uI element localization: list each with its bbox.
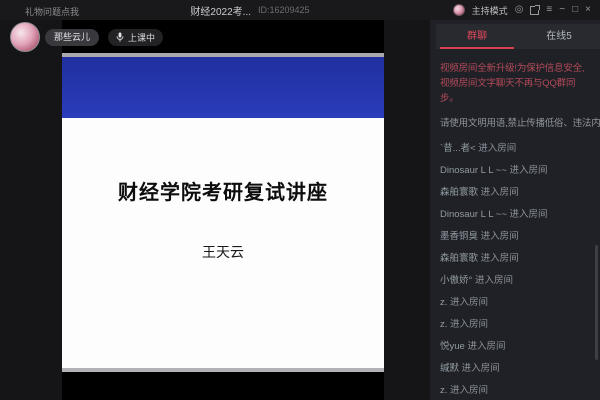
video-stage: 财经学院考研复试讲座 王天云 那些云儿 上课中 (0, 20, 430, 400)
slide-speaker: 王天云 (202, 246, 244, 261)
chat-action: 进入房间 (480, 252, 519, 264)
chat-message: z. 进入房间 (440, 296, 590, 308)
chat-message: Dinosaur L L ~~ 进入房间 (440, 164, 590, 176)
chat-user: 悦yue (440, 340, 465, 352)
slide-body: 财经学院考研复试讲座 王天云 (62, 118, 384, 368)
chat-user: `昔...者< (440, 142, 476, 154)
room-id: ID:16209425 (258, 5, 310, 15)
settings-icon[interactable]: ◎ (515, 5, 524, 15)
class-status-badge: 上课中 (108, 28, 164, 46)
chat-action: 进入房间 (450, 384, 489, 396)
menu-icon[interactable]: ≡ (546, 5, 552, 15)
slide-title: 财经学院考研复试讲座 (118, 182, 328, 204)
presenter-avatar[interactable] (10, 22, 40, 52)
user-avatar[interactable] (452, 4, 465, 16)
chat-message: `昔...者< 进入房间 (440, 142, 590, 154)
chat-message: 墨香铜臭 进入房间 (440, 230, 590, 242)
chat-message: z. 进入房间 (440, 384, 590, 396)
chat-message: z. 进入房间 (440, 318, 590, 330)
chat-message: 森舶寰歌 进入房间 (440, 186, 590, 198)
chat-message-list: `昔...者< 进入房间 Dinosaur L L ~~ 进入房间 森舶寰歌 进… (440, 142, 590, 396)
microphone-icon (116, 32, 124, 42)
chat-user: Dinosaur L L ~~ (440, 164, 507, 176)
chat-panel: 群聊 在线5 视频房间全新升级!为保护信息安全,视频房间文字聊天不再与QQ群同步… (430, 20, 600, 400)
tab-online-users[interactable]: 在线5 (518, 24, 600, 49)
maximize-button[interactable]: □ (572, 5, 578, 15)
window-titlebar: 礼物问题点我 财经2022考... ID:16209425 主持模式 ◎ ≡ −… (0, 0, 600, 20)
chat-action: 进入房间 (478, 142, 517, 154)
chat-action: 进入房间 (509, 164, 548, 176)
chat-action: 进入房间 (480, 230, 519, 242)
titlebar-controls: 主持模式 ◎ ≡ − □ × (452, 0, 591, 20)
chat-user: 墨香铜臭 (440, 230, 479, 242)
chat-tabs: 群聊 在线5 (436, 24, 600, 49)
civility-notice: 请使用文明用语,禁止传播低俗、违法内容。 (440, 117, 600, 129)
slide-header-band (62, 57, 384, 118)
chat-user: 森舶寰歌 (440, 186, 479, 198)
chat-action: 进入房间 (461, 362, 500, 374)
minimize-button[interactable]: − (559, 5, 565, 15)
slide-border-bottom (62, 368, 384, 372)
chat-action: 进入房间 (509, 208, 548, 220)
chat-message: 悦yue 进入房间 (440, 340, 590, 352)
chat-action: 进入房间 (480, 186, 519, 198)
chat-user: 森舶寰歌 (440, 252, 479, 264)
chat-user: Dinosaur L L ~~ (440, 208, 507, 220)
chat-action: 进入房间 (467, 340, 506, 352)
chat-message: 缄默 进入房间 (440, 362, 590, 374)
presenter-name: 那些云儿 (45, 28, 100, 46)
close-button[interactable]: × (585, 5, 591, 15)
chat-message: Dinosaur L L ~~ 进入房间 (440, 208, 590, 220)
chat-action: 进入房间 (450, 318, 489, 330)
room-announcement: 视频房间全新升级!为保护信息安全,视频房间文字聊天不再与QQ群同步。 (440, 63, 585, 105)
chat-user: z. (440, 296, 448, 308)
chat-user: 缄默 (440, 362, 460, 374)
class-status-label: 上课中 (128, 32, 156, 43)
popout-icon[interactable] (530, 4, 541, 15)
room-title: 财经2022考... (190, 6, 252, 18)
live-classroom-window: 礼物问题点我 财经2022考... ID:16209425 主持模式 ◎ ≡ −… (0, 0, 600, 400)
gift-help-link[interactable]: 礼物问题点我 (25, 5, 79, 18)
presentation-slide: 财经学院考研复试讲座 王天云 (62, 53, 384, 372)
screen-share-video[interactable]: 财经学院考研复试讲座 王天云 (62, 20, 384, 400)
room-title-group: 财经2022考... ID:16209425 (160, 0, 340, 20)
chat-scrollbar[interactable] (595, 245, 598, 360)
tab-group-chat[interactable]: 群聊 (436, 24, 518, 49)
chat-user: z. (440, 318, 448, 330)
chat-message: 森舶寰歌 进入房间 (440, 252, 590, 264)
host-mode-button[interactable]: 主持模式 (472, 4, 508, 17)
presenter-overlay: 那些云儿 上课中 (10, 22, 164, 52)
chat-action: 进入房间 (450, 296, 489, 308)
chat-user: z. (440, 384, 448, 396)
chat-user: 小傲娇° (440, 274, 473, 286)
chat-message: 小傲娇° 进入房间 (440, 274, 590, 286)
chat-action: 进入房间 (474, 274, 513, 286)
